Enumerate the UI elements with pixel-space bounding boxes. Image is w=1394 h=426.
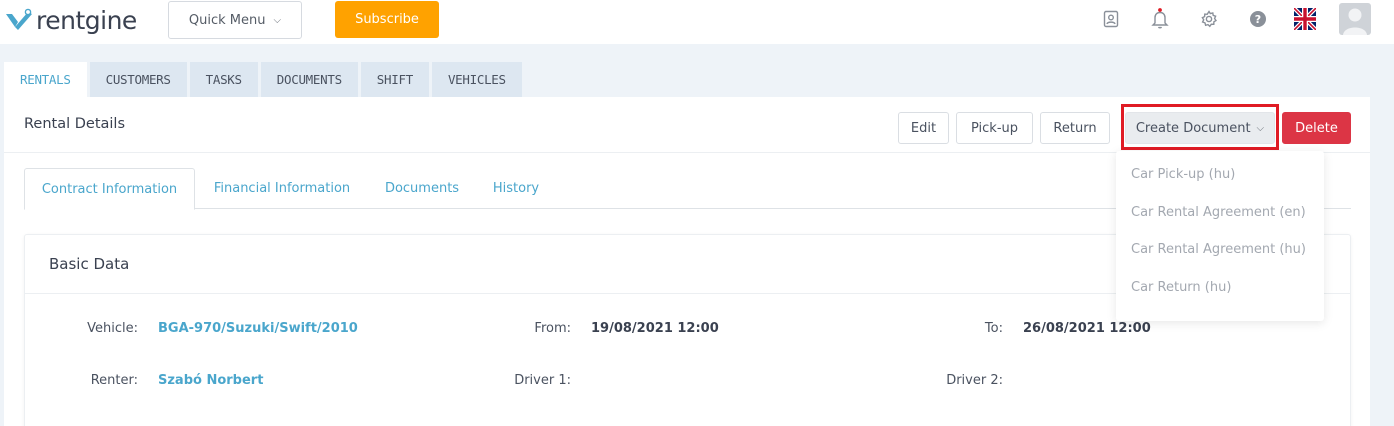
driver2-label: Driver 2:	[946, 373, 1003, 388]
from-label: From:	[534, 321, 571, 336]
page-title: Rental Details	[24, 116, 126, 132]
svg-text:?: ?	[1255, 13, 1261, 26]
create-document-label: Create Document	[1135, 120, 1251, 136]
tab-documents-inner[interactable]: Documents	[374, 168, 470, 209]
tab-financial-information[interactable]: Financial Information	[200, 168, 364, 209]
rentgine-logo-icon	[6, 8, 32, 30]
driver1-label: Driver 1:	[514, 373, 571, 388]
tab-tasks[interactable]: TASKS	[189, 62, 258, 97]
vehicle-label: Vehicle:	[87, 321, 138, 336]
logo[interactable]: rentgine	[4, 4, 137, 36]
delete-button[interactable]: Delete	[1282, 112, 1351, 144]
menu-item-car-rental-agreement-en[interactable]: Car Rental Agreement (en)	[1131, 205, 1306, 220]
to-label: To:	[984, 321, 1003, 336]
from-value: 19/08/2021 12:00	[591, 321, 719, 336]
renter-link[interactable]: Szabó Norbert	[158, 373, 263, 388]
tab-rentals[interactable]: RENTALS	[4, 62, 87, 97]
gear-icon[interactable]	[1198, 8, 1220, 30]
uk-flag-icon[interactable]	[1294, 8, 1316, 30]
chevron-down-icon: ⌵	[273, 14, 282, 26]
top-bar: rentgine Quick Menu ⌵ Subscribe ?	[0, 0, 1394, 44]
user-avatar-icon[interactable]	[1339, 3, 1371, 35]
tab-history[interactable]: History	[480, 168, 552, 209]
logo-text: rentgine	[36, 5, 137, 35]
vehicle-link[interactable]: BGA-970/Suzuki/Swift/2010	[158, 321, 358, 336]
tab-contract-information[interactable]: Contract Information	[24, 168, 195, 210]
subscribe-button[interactable]: Subscribe	[335, 1, 439, 38]
tab-shift[interactable]: SHIFT	[360, 62, 429, 97]
bell-icon[interactable]	[1149, 8, 1171, 30]
tab-documents[interactable]: DOCUMENTS	[260, 62, 358, 97]
menu-item-car-pickup-hu[interactable]: Car Pick-up (hu)	[1131, 167, 1235, 182]
renter-label: Renter:	[90, 373, 138, 388]
contacts-icon[interactable]	[1100, 8, 1122, 30]
rental-details-header: Rental Details Edit Pick-up Return Creat…	[4, 97, 1370, 153]
tab-vehicles[interactable]: VEHICLES	[431, 62, 522, 97]
pickup-button[interactable]: Pick-up	[956, 112, 1033, 144]
help-icon[interactable]: ?	[1247, 8, 1269, 30]
quick-menu-label: Quick Menu	[188, 12, 266, 28]
to-value: 26/08/2021 12:00	[1023, 321, 1151, 336]
edit-button[interactable]: Edit	[898, 112, 949, 144]
module-tabs: RENTALS CUSTOMERS TASKS DOCUMENTS SHIFT …	[4, 62, 522, 97]
quick-menu-dropdown[interactable]: Quick Menu ⌵	[168, 1, 302, 39]
return-button[interactable]: Return	[1040, 112, 1110, 144]
basic-data-title: Basic Data	[49, 255, 130, 273]
menu-item-car-return-hu[interactable]: Car Return (hu)	[1131, 280, 1231, 295]
chevron-down-icon: ⌵	[1256, 122, 1265, 134]
tab-customers[interactable]: CUSTOMERS	[89, 62, 187, 97]
create-document-menu: Car Pick-up (hu) Car Rental Agreement (e…	[1116, 151, 1324, 321]
create-document-button[interactable]: Create Document ⌵	[1125, 112, 1275, 144]
menu-item-car-rental-agreement-hu[interactable]: Car Rental Agreement (hu)	[1131, 242, 1306, 257]
